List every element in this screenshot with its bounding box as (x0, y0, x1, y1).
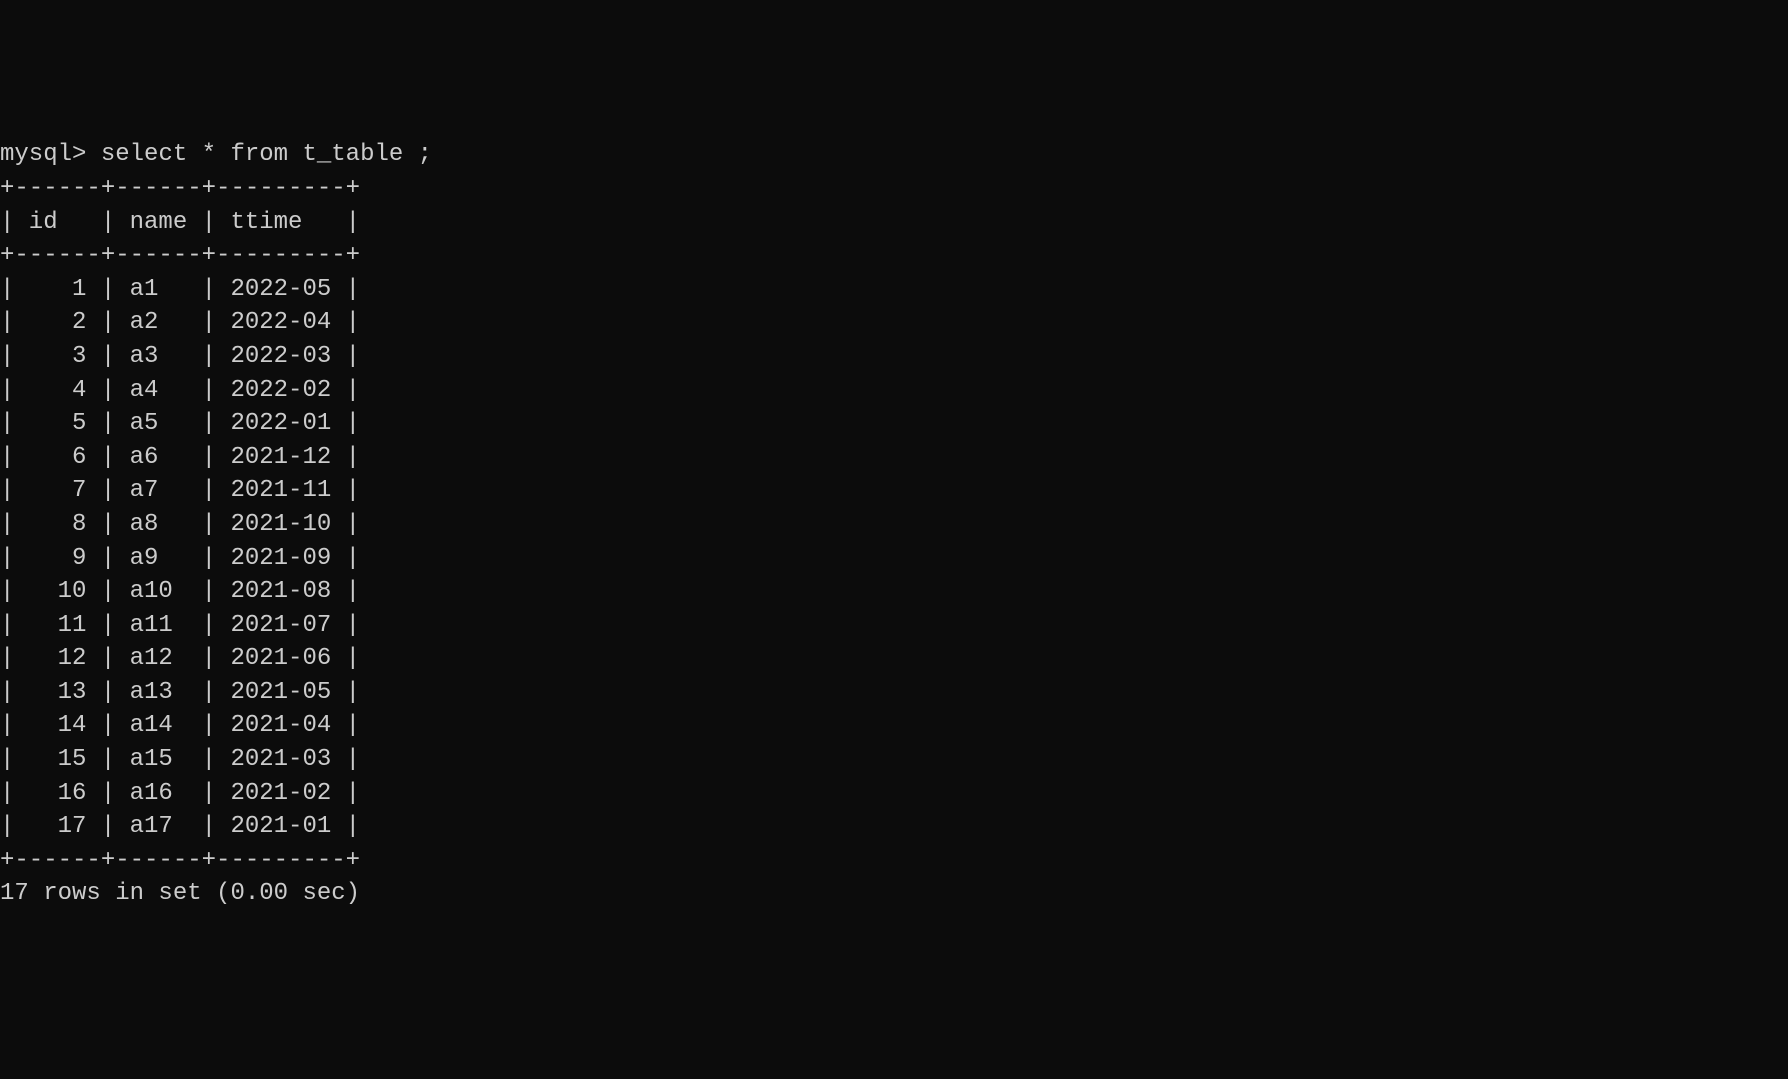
table-border-top: +------+------+---------+ (0, 172, 1788, 206)
table-row: | 2 | a2 | 2022-04 | (0, 306, 1788, 340)
table-row: | 15 | a15 | 2021-03 | (0, 743, 1788, 777)
table-border-bottom: +------+------+---------+ (0, 844, 1788, 878)
table-row: | 1 | a1 | 2022-05 | (0, 273, 1788, 307)
table-row: | 17 | a17 | 2021-01 | (0, 810, 1788, 844)
table-row: | 8 | a8 | 2021-10 | (0, 508, 1788, 542)
table-row: | 16 | a16 | 2021-02 | (0, 777, 1788, 811)
table-header-row: | id | name | ttime | (0, 206, 1788, 240)
table-row: | 9 | a9 | 2021-09 | (0, 542, 1788, 576)
table-row: | 13 | a13 | 2021-05 | (0, 676, 1788, 710)
mysql-terminal[interactable]: mysql> select * from t_table ;+------+--… (0, 138, 1788, 911)
result-footer: 17 rows in set (0.00 sec) (0, 877, 1788, 911)
table-row: | 3 | a3 | 2022-03 | (0, 340, 1788, 374)
table-row: | 4 | a4 | 2022-02 | (0, 374, 1788, 408)
query-line: mysql> select * from t_table ; (0, 138, 1788, 172)
table-row: | 14 | a14 | 2021-04 | (0, 709, 1788, 743)
table-border-mid: +------+------+---------+ (0, 239, 1788, 273)
table-row: | 7 | a7 | 2021-11 | (0, 474, 1788, 508)
mysql-prompt: mysql> (0, 141, 101, 168)
table-row: | 6 | a6 | 2021-12 | (0, 441, 1788, 475)
table-row: | 11 | a11 | 2021-07 | (0, 609, 1788, 643)
table-row: | 10 | a10 | 2021-08 | (0, 575, 1788, 609)
table-row: | 5 | a5 | 2022-01 | (0, 407, 1788, 441)
sql-query: select * from t_table ; (101, 141, 432, 168)
table-row: | 12 | a12 | 2021-06 | (0, 642, 1788, 676)
